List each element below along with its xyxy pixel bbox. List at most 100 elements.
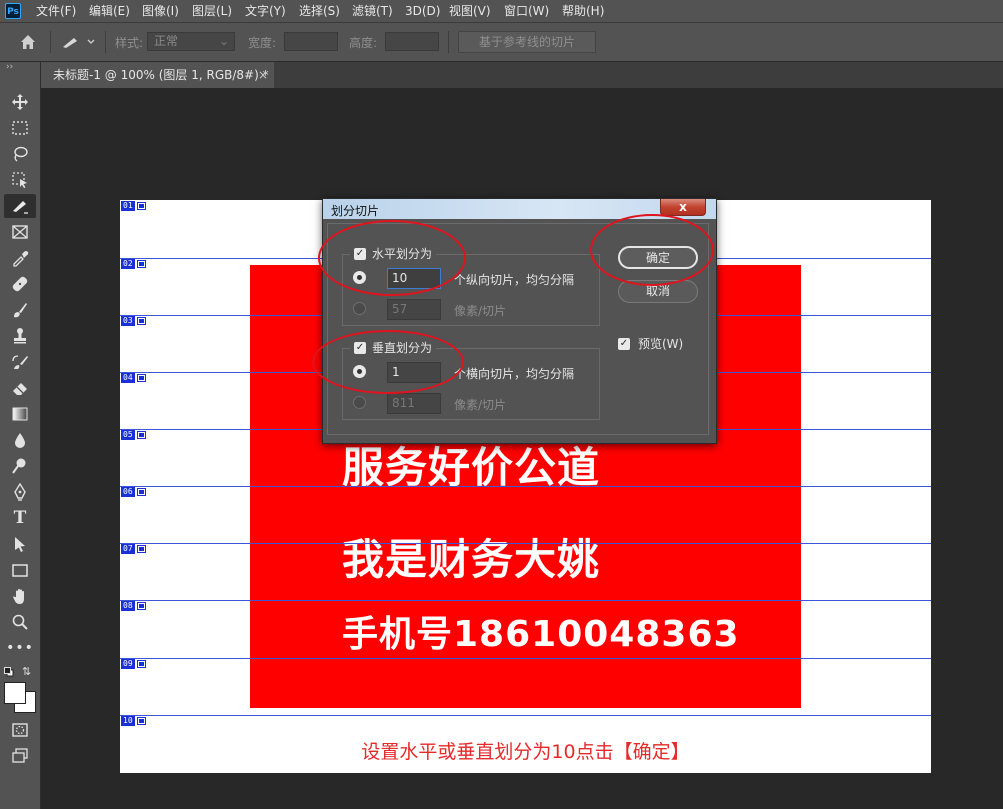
style-value: 正常: [154, 34, 179, 48]
history-brush-tool-icon[interactable]: [4, 350, 36, 374]
slice-badge[interactable]: 02: [121, 259, 146, 269]
menu-type[interactable]: 文字(Y): [245, 0, 286, 22]
slice-line: [120, 543, 931, 544]
menu-edit[interactable]: 编辑(E): [89, 0, 130, 22]
dialog-close-button[interactable]: x: [660, 199, 706, 216]
slice-icon: [136, 488, 146, 496]
annotation-circle-ok: [590, 214, 714, 286]
menu-select[interactable]: 选择(S): [299, 0, 340, 22]
rectangle-tool-icon[interactable]: [4, 558, 36, 582]
lasso-tool-icon[interactable]: [4, 142, 36, 166]
height-input[interactable]: [385, 32, 439, 51]
slice-line: [120, 486, 931, 487]
dialog-title: 划分切片: [331, 204, 380, 218]
slice-badge[interactable]: 09: [121, 659, 146, 669]
slice-icon: [136, 202, 146, 210]
horizontal-pixels-input[interactable]: 57: [387, 299, 441, 320]
vertical-count-suffix: 个横向切片，均匀分隔: [454, 367, 575, 381]
slice-number: 08: [121, 601, 135, 611]
vertical-pixels-radio[interactable]: [353, 396, 366, 409]
path-selection-tool-icon[interactable]: [4, 532, 36, 556]
object-selection-tool-icon[interactable]: [4, 168, 36, 192]
preview-checkbox[interactable]: ✓: [618, 337, 630, 350]
slice-number: 04: [121, 373, 135, 383]
photoshop-logo-icon: Ps: [5, 3, 21, 19]
home-icon[interactable]: [18, 32, 38, 52]
healing-brush-tool-icon[interactable]: [4, 272, 36, 296]
menu-help[interactable]: 帮助(H): [562, 0, 604, 22]
width-input[interactable]: [284, 32, 338, 51]
tools-panel: ›› T ••• ⇅: [0, 62, 41, 809]
slice-icon: [136, 660, 146, 668]
horizontal-count-suffix: 个纵向切片，均匀分隔: [454, 273, 575, 287]
slice-badge[interactable]: 05: [121, 430, 146, 440]
menu-filter[interactable]: 滤镜(T): [352, 0, 393, 22]
slice-badge[interactable]: 03: [121, 316, 146, 326]
screen-mode-icon[interactable]: [4, 744, 36, 768]
slice-line: [120, 600, 931, 601]
horizontal-pixels-radio[interactable]: [353, 302, 366, 315]
close-tab-icon[interactable]: ×: [258, 62, 268, 88]
hand-tool-icon[interactable]: [4, 584, 36, 608]
move-tool-icon[interactable]: [4, 90, 36, 114]
collapse-panel-icon[interactable]: ››: [6, 62, 13, 72]
brush-tool-icon[interactable]: [4, 298, 36, 322]
slice-number: 01: [121, 201, 135, 211]
slice-badge[interactable]: 10: [121, 716, 146, 726]
slice-number: 02: [121, 259, 135, 269]
menu-file[interactable]: 文件(F): [36, 0, 76, 22]
zoom-tool-icon[interactable]: [4, 610, 36, 634]
style-label: 样式:: [115, 36, 144, 50]
more-tools-icon[interactable]: •••: [4, 636, 36, 660]
swap-colors-icon[interactable]: ⇅: [22, 665, 31, 678]
style-select[interactable]: 正常 ⌄: [147, 32, 235, 51]
eyedropper-tool-icon[interactable]: [4, 246, 36, 270]
preview-label: 预览(W): [638, 337, 684, 351]
document-tab[interactable]: 未标题-1 @ 100% (图层 1, RGB/8#) *: [41, 62, 274, 88]
vertical-pixels-input[interactable]: 811: [387, 393, 441, 414]
slice-icon: [136, 317, 146, 325]
menu-view[interactable]: 视图(V): [449, 0, 491, 22]
gradient-tool-icon[interactable]: [4, 402, 36, 426]
preview-option: ✓ 预览(W): [618, 335, 683, 352]
vertical-pixels-suffix: 像素/切片: [454, 398, 507, 412]
options-bar: 样式: 正常 ⌄ 宽度: 高度: 基于参考线的切片: [0, 23, 1003, 62]
frame-tool-icon[interactable]: [4, 220, 36, 244]
menu-bar: Ps 文件(F) 编辑(E) 图像(I) 图层(L) 文字(Y) 选择(S) 滤…: [0, 0, 1003, 23]
menu-window[interactable]: 窗口(W): [504, 0, 549, 22]
eraser-tool-icon[interactable]: [4, 376, 36, 400]
type-tool-icon[interactable]: T: [4, 506, 36, 530]
dodge-tool-icon[interactable]: [4, 454, 36, 478]
menu-layer[interactable]: 图层(L): [192, 0, 232, 22]
slice-badge[interactable]: 04: [121, 373, 146, 383]
slice-badge[interactable]: 08: [121, 601, 146, 611]
slice-number: 07: [121, 544, 135, 554]
foreground-color-swatch[interactable]: [4, 682, 26, 704]
width-label: 宽度:: [248, 36, 277, 50]
quick-mask-icon[interactable]: [4, 718, 36, 742]
default-colors-icon[interactable]: [4, 666, 14, 677]
marquee-tool-icon[interactable]: [4, 116, 36, 140]
stamp-tool-icon[interactable]: [4, 324, 36, 348]
slice-number: 05: [121, 430, 135, 440]
menu-3d[interactable]: 3D(D): [405, 0, 440, 22]
slice-badge[interactable]: 06: [121, 487, 146, 497]
canvas-text-line-2: 我是财务大姚: [342, 535, 601, 584]
slice-badge[interactable]: 07: [121, 544, 146, 554]
instruction-caption: 设置水平或垂直划分为10点击【确定】: [361, 741, 690, 763]
slice-badge[interactable]: 01: [121, 201, 146, 211]
slices-from-guides-button[interactable]: 基于参考线的切片: [458, 31, 596, 53]
blur-tool-icon[interactable]: [4, 428, 36, 452]
height-label: 高度:: [349, 36, 378, 50]
menu-image[interactable]: 图像(I): [142, 0, 179, 22]
slice-tool-preset-icon[interactable]: [60, 32, 100, 52]
slice-tool-icon[interactable]: [4, 194, 36, 218]
slice-icon: [136, 374, 146, 382]
pen-tool-icon[interactable]: [4, 480, 36, 504]
slice-icon: [136, 602, 146, 610]
slice-line: [120, 715, 931, 716]
slice-number: 10: [121, 716, 135, 726]
slice-number: 03: [121, 316, 135, 326]
slice-number: 06: [121, 487, 135, 497]
slice-icon: [136, 717, 146, 725]
